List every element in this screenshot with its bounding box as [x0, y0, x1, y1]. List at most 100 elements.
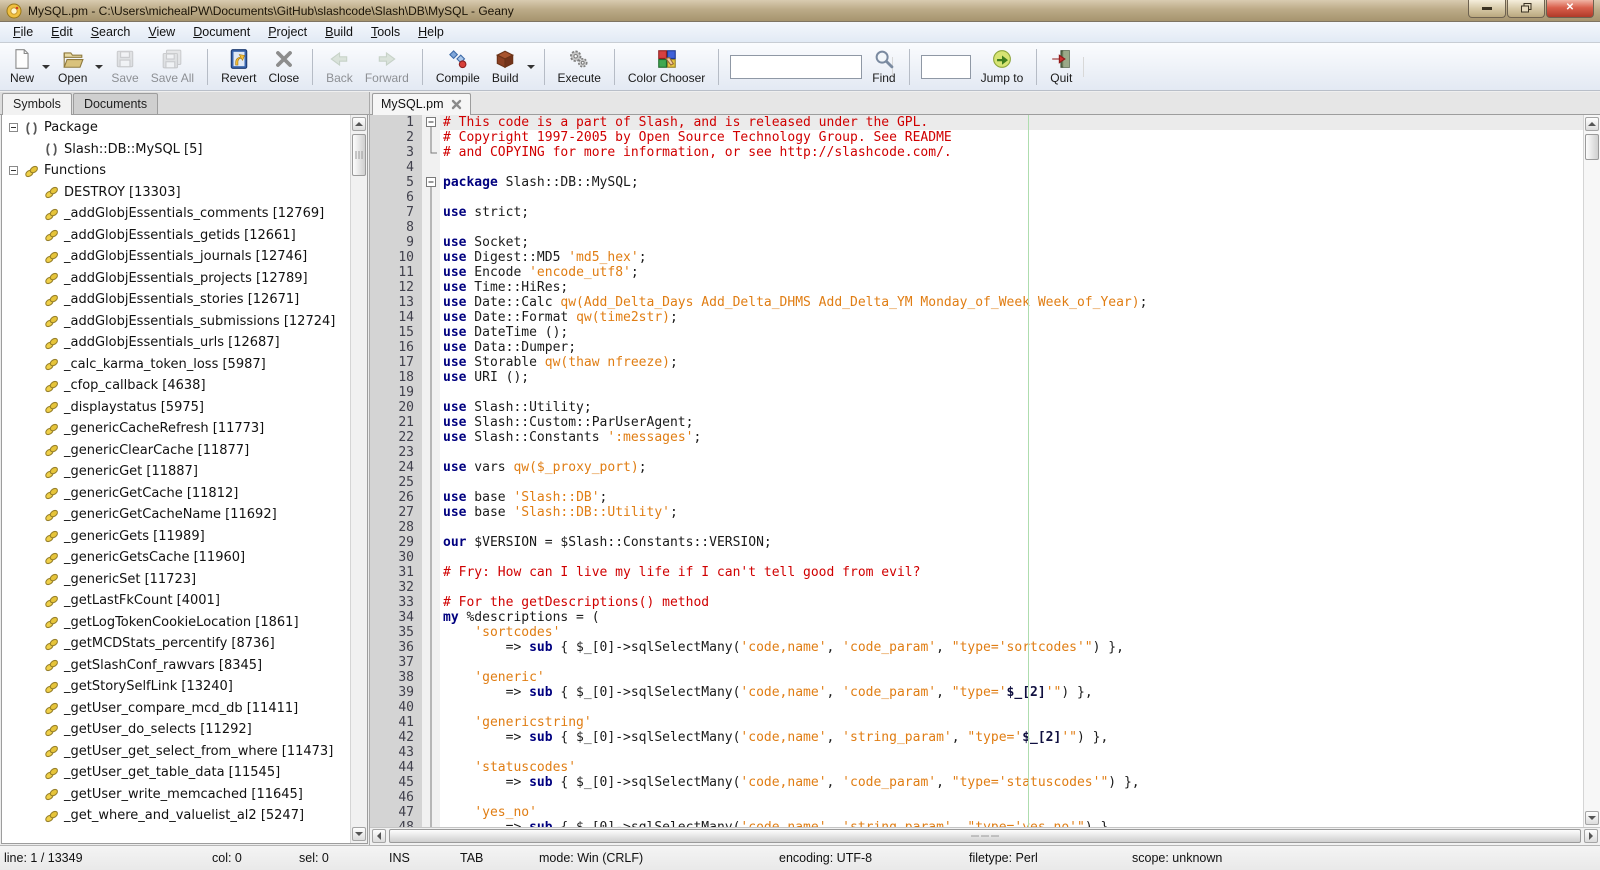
quit-button[interactable]: Quit: [1044, 45, 1078, 89]
tree-item[interactable]: _addGlobjEssentials_getids [12661]: [2, 225, 350, 247]
code-text[interactable]: use Slash::Utility;: [440, 400, 1583, 415]
code-text[interactable]: use Time::HiRes;: [440, 280, 1583, 295]
code-text[interactable]: 'yes_no': [440, 805, 1583, 820]
tree-item[interactable]: _genericClearCache [11877]: [2, 440, 350, 462]
code-text[interactable]: 'genericstring': [440, 715, 1583, 730]
code-text[interactable]: use Socket;: [440, 235, 1583, 250]
tree-item[interactable]: _genericGetCacheName [11692]: [2, 504, 350, 526]
tree-item[interactable]: _getMCDStats_percentify [8736]: [2, 633, 350, 655]
tree-item[interactable]: _addGlobjEssentials_comments [12769]: [2, 203, 350, 225]
code-text[interactable]: use Date::Calc qw(Add_Delta_Days Add_Del…: [440, 295, 1583, 310]
tree-item[interactable]: _genericCacheRefresh [11773]: [2, 418, 350, 440]
code-text[interactable]: [440, 385, 1583, 400]
code-text[interactable]: # For the getDescriptions() method: [440, 595, 1583, 610]
menu-tools[interactable]: Tools: [362, 23, 409, 41]
open-button[interactable]: Open: [52, 45, 93, 89]
menu-build[interactable]: Build: [316, 23, 362, 41]
code-text[interactable]: use vars qw($_proxy_port);: [440, 460, 1583, 475]
revert-button[interactable]: Revert: [215, 45, 262, 89]
code-text[interactable]: [440, 160, 1583, 175]
code-text[interactable]: [440, 550, 1583, 565]
clear-broom-icon[interactable]: [1083, 57, 1084, 77]
fold-collapse-icon[interactable]: [422, 175, 440, 190]
code-text[interactable]: [440, 700, 1583, 715]
scroll-left-arrow-icon[interactable]: [372, 829, 386, 843]
tree-item[interactable]: _getUser_compare_mcd_db [11411]: [2, 698, 350, 720]
restore-button[interactable]: [1507, 0, 1545, 18]
code-text[interactable]: [440, 445, 1583, 460]
tab-close-icon[interactable]: [451, 99, 462, 110]
tree-item[interactable]: Functions: [2, 160, 350, 182]
minimize-button[interactable]: ▬: [1468, 0, 1506, 18]
tree-item[interactable]: _addGlobjEssentials_urls [12687]: [2, 332, 350, 354]
tree-item[interactable]: _genericGetsCache [11960]: [2, 547, 350, 569]
code-text[interactable]: # This code is a part of Slash, and is r…: [440, 115, 1583, 130]
menu-project[interactable]: Project: [259, 23, 316, 41]
tree-item[interactable]: _getStorySelfLink [13240]: [2, 676, 350, 698]
scroll-up-arrow-icon[interactable]: [1585, 117, 1599, 131]
open-dropdown-arrow-icon[interactable]: [93, 45, 105, 89]
code-text[interactable]: use Slash::Constants ':messages';: [440, 430, 1583, 445]
tree-item[interactable]: _genericGet [11887]: [2, 461, 350, 483]
code-text[interactable]: use Storable qw(thaw nfreeze);: [440, 355, 1583, 370]
code-text[interactable]: use base 'Slash::DB::Utility';: [440, 505, 1583, 520]
tree-item[interactable]: _genericSet [11723]: [2, 569, 350, 591]
code-text[interactable]: use base 'Slash::DB';: [440, 490, 1583, 505]
sidebar-scroll-thumb[interactable]: [352, 134, 366, 176]
code-text[interactable]: use Slash::Custom::ParUserAgent;: [440, 415, 1583, 430]
code-text[interactable]: use Encode 'encode_utf8';: [440, 265, 1583, 280]
tree-expander-icon[interactable]: [9, 166, 18, 175]
fold-collapse-icon[interactable]: [422, 115, 440, 130]
code-text[interactable]: [440, 790, 1583, 805]
tree-item[interactable]: _getUser_get_select_from_where [11473]: [2, 741, 350, 763]
code-text[interactable]: [440, 220, 1583, 235]
tree-item[interactable]: _getUser_get_table_data [11545]: [2, 762, 350, 784]
menu-file[interactable]: File: [4, 23, 42, 41]
close-button[interactable]: Close: [262, 45, 305, 89]
code-text[interactable]: [440, 655, 1583, 670]
code-text[interactable]: 'sortcodes': [440, 625, 1583, 640]
tree-item[interactable]: _getUser_do_selects [11292]: [2, 719, 350, 741]
code-text[interactable]: => sub { $_[0]->sqlSelectMany('code,name…: [440, 685, 1583, 700]
tree-item[interactable]: _getUser_write_memcached [11645]: [2, 784, 350, 806]
compile-button[interactable]: Compile: [430, 45, 486, 89]
menu-search[interactable]: Search: [82, 23, 140, 41]
code-text[interactable]: [440, 475, 1583, 490]
menu-help[interactable]: Help: [409, 23, 453, 41]
tree-item[interactable]: _addGlobjEssentials_submissions [12724]: [2, 311, 350, 333]
code-text[interactable]: [440, 190, 1583, 205]
menu-document[interactable]: Document: [184, 23, 259, 41]
tree-item[interactable]: _calc_karma_token_loss [5987]: [2, 354, 350, 376]
scroll-up-arrow-icon[interactable]: [352, 117, 366, 131]
code-text[interactable]: 'generic': [440, 670, 1583, 685]
tree-item[interactable]: _get_where_and_valuelist_al2 [5247]: [2, 805, 350, 827]
sidebar-tab-symbols[interactable]: Symbols: [2, 93, 72, 115]
code-text[interactable]: [440, 520, 1583, 535]
code-text[interactable]: # Fry: How can I live my life if I can't…: [440, 565, 1583, 580]
code-text[interactable]: use Digest::MD5 'md5_hex';: [440, 250, 1583, 265]
scroll-right-arrow-icon[interactable]: [1584, 829, 1598, 843]
jump-to-button[interactable]: Jump to: [975, 45, 1030, 89]
code-text[interactable]: 'statuscodes': [440, 760, 1583, 775]
new-button[interactable]: New: [4, 45, 40, 89]
scroll-down-arrow-icon[interactable]: [1585, 811, 1599, 825]
code-text[interactable]: [440, 745, 1583, 760]
tree-item[interactable]: _getLogTokenCookieLocation [1861]: [2, 612, 350, 634]
code-area[interactable]: 1# This code is a part of Slash, and is …: [370, 115, 1583, 827]
document-tab[interactable]: MySQL.pm: [372, 93, 471, 115]
scroll-down-arrow-icon[interactable]: [352, 827, 366, 841]
code-text[interactable]: # Copyright 1997-2005 by Open Source Tec…: [440, 130, 1583, 145]
code-text[interactable]: => sub { $_[0]->sqlSelectMany('code,name…: [440, 775, 1583, 790]
tree-item[interactable]: _genericGets [11989]: [2, 526, 350, 548]
code-text[interactable]: use DateTime ();: [440, 325, 1583, 340]
code-text[interactable]: use Data::Dumper;: [440, 340, 1583, 355]
code-text[interactable]: use strict;: [440, 205, 1583, 220]
editor-horizontal-scrollbar[interactable]: [370, 827, 1600, 845]
editor-vscroll-thumb[interactable]: [1585, 134, 1599, 160]
code-text[interactable]: => sub { $_[0]->sqlSelectMany('code,name…: [440, 820, 1583, 827]
tree-item[interactable]: _addGlobjEssentials_journals [12746]: [2, 246, 350, 268]
tree-item[interactable]: _addGlobjEssentials_projects [12789]: [2, 268, 350, 290]
sidebar-tab-documents[interactable]: Documents: [73, 93, 158, 114]
sidebar-scrollbar[interactable]: [350, 115, 367, 843]
tree-item[interactable]: _getSlashConf_rawvars [8345]: [2, 655, 350, 677]
